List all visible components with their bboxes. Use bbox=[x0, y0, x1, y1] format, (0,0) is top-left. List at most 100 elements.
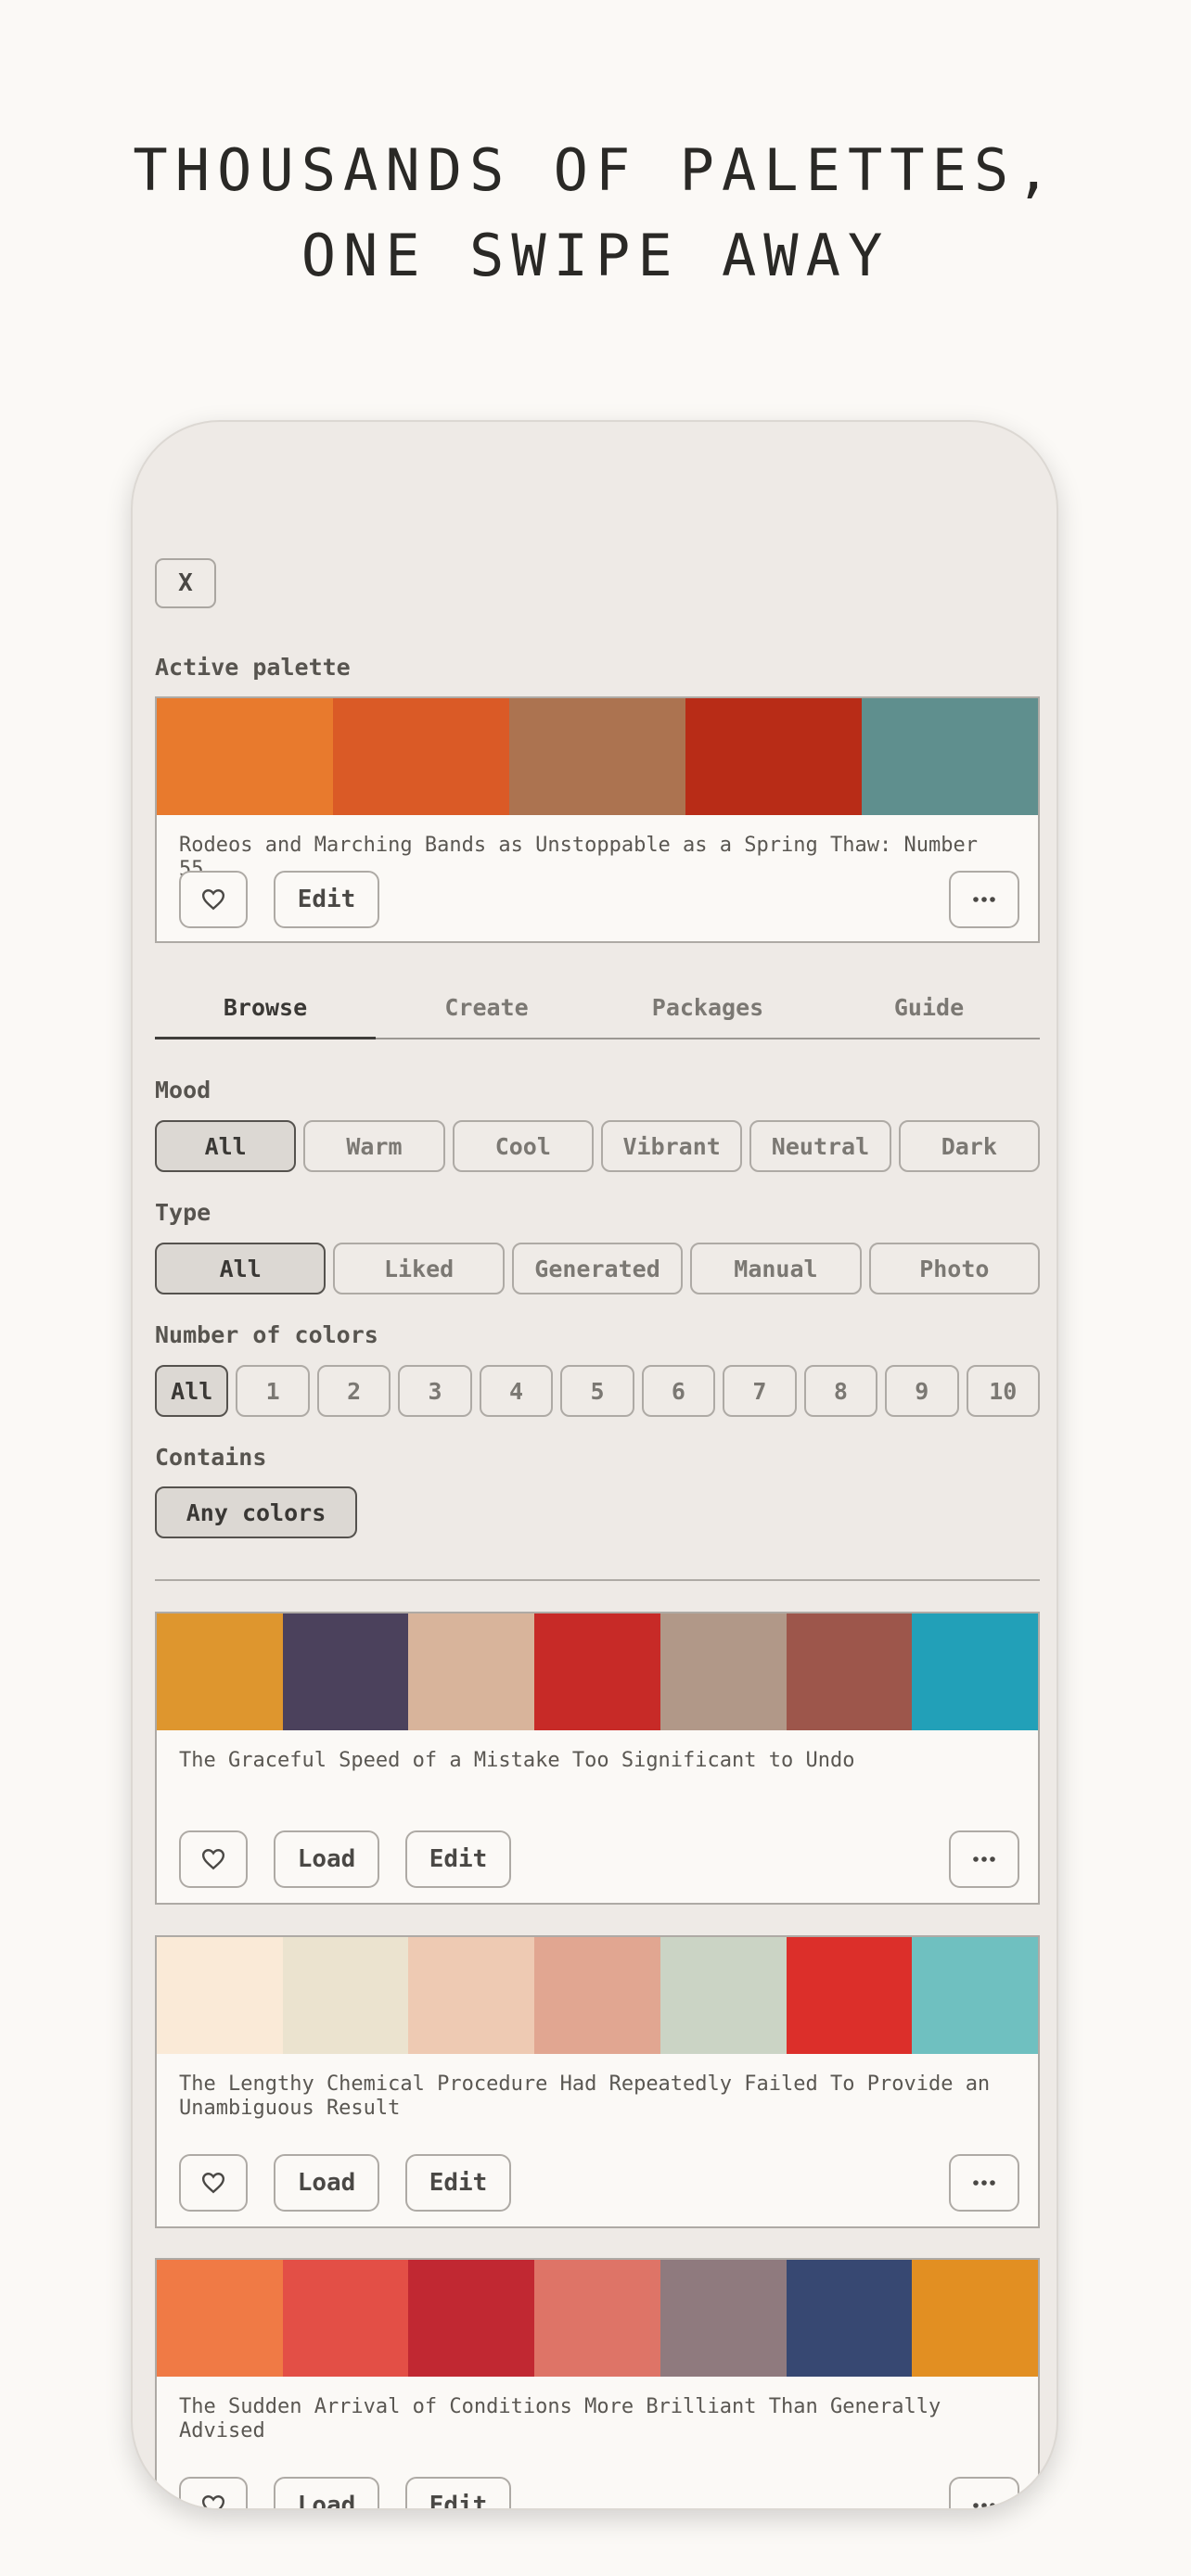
color-swatch[interactable] bbox=[534, 2260, 660, 2377]
edit-button[interactable]: Edit bbox=[405, 2154, 511, 2212]
phone-frame: X Active palette Rodeos and Marching Band… bbox=[131, 420, 1058, 2510]
filter-row-count: All 1 2 3 4 5 6 7 8 9 10 bbox=[155, 1365, 1040, 1417]
tab-create[interactable]: Create bbox=[377, 976, 597, 1038]
palette-swatches bbox=[157, 1613, 1039, 1730]
filter-chip-count-10[interactable]: 10 bbox=[966, 1365, 1040, 1417]
palette-card: The Sudden Arrival of Conditions More Br… bbox=[155, 2258, 1040, 2508]
color-swatch[interactable] bbox=[157, 2260, 283, 2377]
load-button[interactable]: Load bbox=[274, 1830, 379, 1888]
section-divider bbox=[155, 1579, 1040, 1581]
color-swatch[interactable] bbox=[408, 2260, 535, 2377]
filter-chip-type-generated[interactable]: Generated bbox=[511, 1243, 684, 1294]
color-swatch[interactable] bbox=[282, 2260, 409, 2377]
headline-line-1: THOUSANDS OF PALETTES, bbox=[133, 136, 1058, 204]
like-button[interactable] bbox=[179, 1830, 248, 1888]
heart-icon bbox=[201, 2494, 225, 2508]
more-dots-icon bbox=[972, 2179, 996, 2187]
heart-icon bbox=[201, 888, 225, 911]
more-dots-icon bbox=[972, 2502, 996, 2508]
color-swatch[interactable] bbox=[912, 2260, 1039, 2377]
like-button[interactable] bbox=[179, 2154, 248, 2212]
color-swatch[interactable] bbox=[157, 1937, 283, 2054]
color-swatch[interactable] bbox=[282, 1613, 409, 1730]
filter-chip-count-7[interactable]: 7 bbox=[723, 1365, 797, 1417]
more-dots-icon bbox=[972, 896, 996, 903]
filter-chip-type-liked[interactable]: Liked bbox=[333, 1243, 505, 1294]
filter-chip-type-manual[interactable]: Manual bbox=[690, 1243, 862, 1294]
filter-chip-count-6[interactable]: 6 bbox=[641, 1365, 716, 1417]
palette-name: The Graceful Speed of a Mistake Too Sign… bbox=[179, 1749, 855, 1772]
filter-chip-mood-all[interactable]: All bbox=[155, 1120, 297, 1172]
filter-row-mood: All Warm Cool Vibrant Neutral Dark bbox=[155, 1120, 1040, 1172]
palette-swatches bbox=[157, 2260, 1039, 2377]
edit-button[interactable]: Edit bbox=[405, 1830, 511, 1888]
palette-swatches bbox=[157, 1937, 1039, 2054]
color-swatch[interactable] bbox=[786, 2260, 913, 2377]
close-button[interactable]: X bbox=[155, 558, 216, 608]
filter-chip-count-5[interactable]: 5 bbox=[560, 1365, 634, 1417]
filter-chip-count-8[interactable]: 8 bbox=[803, 1365, 878, 1417]
filter-row-type: All Liked Generated Manual Photo bbox=[155, 1243, 1041, 1294]
filter-label-contains: Contains bbox=[155, 1444, 267, 1471]
load-button[interactable]: Load bbox=[274, 2154, 379, 2212]
color-swatch[interactable] bbox=[509, 698, 685, 815]
edit-button[interactable]: Edit bbox=[405, 2477, 511, 2508]
active-palette-label: Active palette bbox=[155, 654, 351, 681]
filter-chip-count-1[interactable]: 1 bbox=[236, 1365, 310, 1417]
contains-any-colors-chip[interactable]: Any colors bbox=[155, 1486, 357, 1538]
color-swatch[interactable] bbox=[786, 1613, 913, 1730]
headline: THOUSANDS OF PALETTES, ONE SWIPE AWAY bbox=[0, 128, 1191, 299]
color-swatch[interactable] bbox=[786, 1937, 913, 2054]
filter-chip-mood-cool[interactable]: Cool bbox=[452, 1120, 594, 1172]
palette-name: The Lengthy Chemical Procedure Had Repea… bbox=[179, 2072, 991, 2120]
color-swatch[interactable] bbox=[534, 1937, 660, 2054]
more-button[interactable] bbox=[949, 2477, 1019, 2508]
filter-chip-mood-vibrant[interactable]: Vibrant bbox=[600, 1120, 743, 1172]
color-swatch[interactable] bbox=[333, 698, 509, 815]
active-palette-swatches bbox=[157, 698, 1038, 815]
more-button[interactable] bbox=[949, 1830, 1019, 1888]
load-button[interactable]: Load bbox=[274, 2477, 379, 2508]
filter-chip-mood-dark[interactable]: Dark bbox=[898, 1120, 1040, 1172]
filter-chip-mood-neutral[interactable]: Neutral bbox=[749, 1120, 891, 1172]
tab-browse[interactable]: Browse bbox=[155, 976, 376, 1038]
color-swatch[interactable] bbox=[862, 698, 1038, 815]
color-swatch[interactable] bbox=[408, 1937, 535, 2054]
heart-icon bbox=[201, 1848, 225, 1870]
tab-guide[interactable]: Guide bbox=[819, 976, 1040, 1038]
edit-button[interactable]: Edit bbox=[274, 871, 379, 928]
palette-card: The Lengthy Chemical Procedure Had Repea… bbox=[155, 1935, 1040, 2228]
like-button[interactable] bbox=[179, 2477, 248, 2508]
color-swatch[interactable] bbox=[534, 1613, 660, 1730]
filter-label-mood: Mood bbox=[155, 1077, 211, 1103]
color-swatch[interactable] bbox=[660, 2260, 787, 2377]
like-button[interactable] bbox=[179, 871, 248, 928]
filter-label-count: Number of colors bbox=[155, 1321, 378, 1348]
color-swatch[interactable] bbox=[157, 1613, 283, 1730]
filter-chip-mood-warm[interactable]: Warm bbox=[303, 1120, 445, 1172]
more-button[interactable] bbox=[949, 871, 1019, 928]
headline-line-2: ONE SWIPE AWAY bbox=[301, 222, 890, 289]
color-swatch[interactable] bbox=[660, 1937, 787, 2054]
color-swatch[interactable] bbox=[408, 1613, 535, 1730]
filter-label-type: Type bbox=[155, 1199, 211, 1226]
color-swatch[interactable] bbox=[660, 1613, 787, 1730]
filter-chip-count-3[interactable]: 3 bbox=[398, 1365, 472, 1417]
filter-chip-count-all[interactable]: All bbox=[155, 1365, 229, 1417]
filter-chip-type-all[interactable]: All bbox=[155, 1243, 327, 1294]
palette-name: The Sudden Arrival of Conditions More Br… bbox=[179, 2395, 941, 2442]
more-button[interactable] bbox=[949, 2154, 1019, 2212]
active-tab-indicator bbox=[155, 1037, 376, 1039]
filter-chip-count-9[interactable]: 9 bbox=[885, 1365, 959, 1417]
color-swatch[interactable] bbox=[157, 698, 333, 815]
color-swatch[interactable] bbox=[282, 1937, 409, 2054]
filter-chip-count-4[interactable]: 4 bbox=[479, 1365, 554, 1417]
more-dots-icon bbox=[972, 1855, 996, 1863]
filter-chip-type-photo[interactable]: Photo bbox=[868, 1243, 1041, 1294]
color-swatch[interactable] bbox=[912, 1613, 1039, 1730]
color-swatch[interactable] bbox=[912, 1937, 1039, 2054]
palette-card: The Graceful Speed of a Mistake Too Sign… bbox=[155, 1612, 1040, 1905]
tab-packages[interactable]: Packages bbox=[597, 976, 818, 1038]
color-swatch[interactable] bbox=[685, 698, 862, 815]
filter-chip-count-2[interactable]: 2 bbox=[316, 1365, 391, 1417]
